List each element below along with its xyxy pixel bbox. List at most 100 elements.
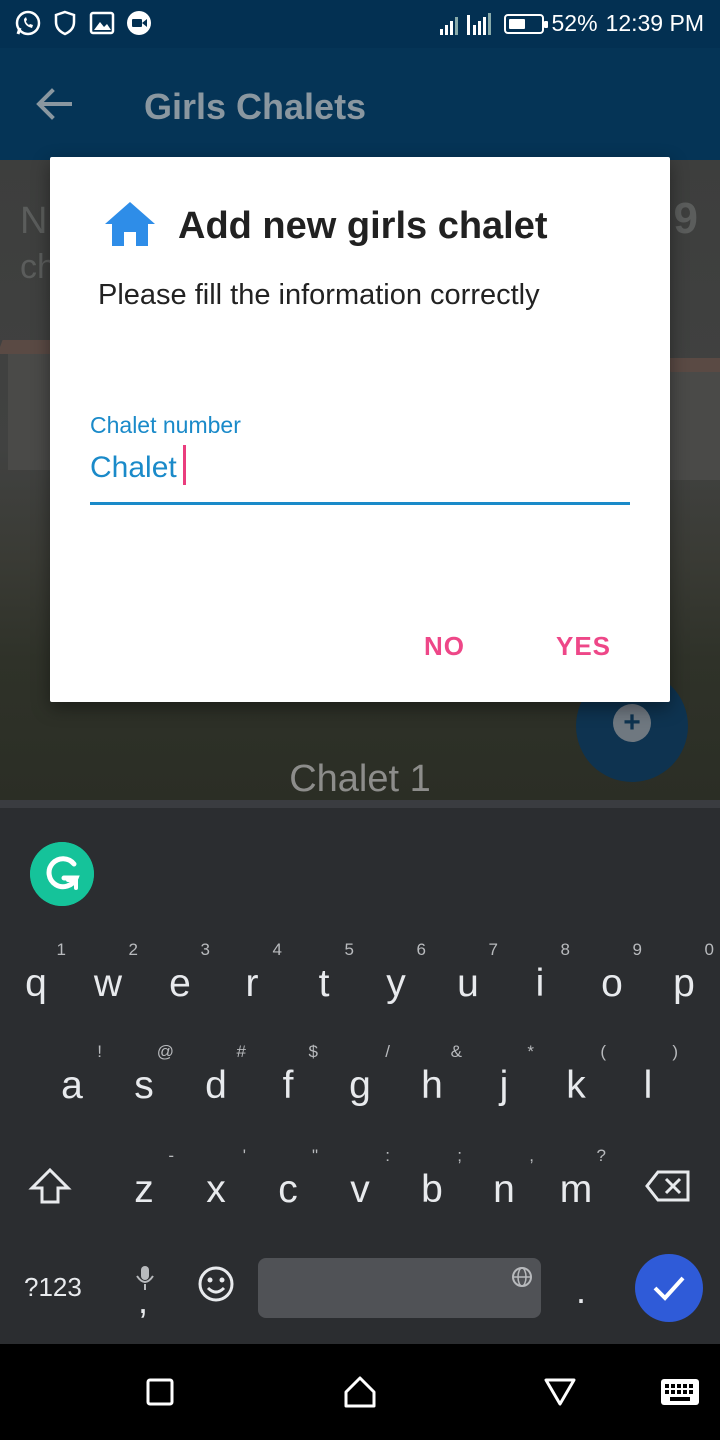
key-hint: ) (672, 1042, 678, 1061)
done-key[interactable] (635, 1254, 703, 1322)
key-hint: 3 (200, 940, 210, 959)
key-o[interactable]: 9o (576, 940, 648, 1030)
key-f[interactable]: $ f (252, 1042, 324, 1132)
key-hint: ? (596, 1146, 606, 1165)
key-hint: * (527, 1042, 534, 1061)
comma-key[interactable]: , (130, 1254, 160, 1324)
key-label: i (535, 962, 545, 1005)
plus-icon: + (613, 704, 651, 742)
home-nav-icon[interactable] (344, 1376, 376, 1408)
key-hint: ; (457, 1146, 462, 1165)
key-hint: 4 (272, 940, 282, 959)
key-s[interactable]: @ s (108, 1042, 180, 1132)
yes-button[interactable]: YES (556, 631, 611, 662)
key-label: k (566, 1064, 586, 1107)
key-hint: ' (242, 1146, 246, 1165)
key-label: y (386, 962, 406, 1005)
key-l[interactable]: ) l (612, 1042, 684, 1132)
key-z[interactable]: -z (108, 1146, 180, 1236)
emoji-icon[interactable] (196, 1264, 236, 1304)
key-hint: ( (600, 1042, 606, 1061)
key-hint: $ (308, 1042, 318, 1061)
key-t[interactable]: 5t (288, 940, 360, 1030)
no-button[interactable]: NO (424, 631, 465, 662)
keyboard-top-edge (0, 800, 720, 808)
soft-keyboard: 1q2w3e4r5t6y7u8i9o0p ! a @ s # d $ f / g & h * j(k) l … (0, 800, 720, 1344)
key-hint: / (385, 1042, 390, 1061)
background-count-fragment: 9 (673, 194, 698, 243)
key-a[interactable]: ! a (36, 1042, 108, 1132)
key-b[interactable]: ; b (396, 1146, 468, 1236)
key-label: n (493, 1168, 515, 1211)
key-x[interactable]: ' x (180, 1146, 252, 1236)
key-hint: " (311, 1146, 318, 1165)
key-h[interactable]: & h (396, 1042, 468, 1132)
page-title: Girls Chalets (144, 86, 367, 127)
backspace-icon[interactable] (644, 1168, 692, 1204)
image-icon (89, 11, 115, 35)
keyboard-toggle-icon[interactable] (660, 1378, 700, 1406)
key-r[interactable]: 4r (216, 940, 288, 1030)
key-hint: 0 (704, 940, 714, 959)
battery-icon (503, 13, 548, 34)
key-j[interactable]: * j (468, 1042, 540, 1132)
shield-icon (54, 10, 76, 36)
period-key[interactable]: . (576, 1270, 586, 1312)
whatsapp-icon (15, 10, 41, 36)
key-u[interactable]: 7u (432, 940, 504, 1030)
key-label: g (349, 1064, 371, 1107)
add-chalet-dialog: Add new girls chalet Please fill the inf… (50, 157, 670, 702)
key-m[interactable]: ? m (540, 1146, 612, 1236)
key-label: l (643, 1064, 653, 1107)
key-hint: ! (97, 1042, 102, 1061)
key-w[interactable]: 2w (72, 940, 144, 1030)
key-hint: 5 (344, 940, 354, 959)
key-label: d (205, 1064, 227, 1107)
key-hint: 2 (128, 940, 138, 959)
key-hint: 8 (560, 940, 570, 959)
back-nav-icon[interactable] (544, 1378, 576, 1406)
home-icon (105, 202, 155, 246)
key-label: h (421, 1064, 443, 1107)
navigation-bar (0, 1344, 720, 1440)
key-hint: 7 (488, 940, 498, 959)
recent-apps-icon[interactable] (146, 1378, 174, 1406)
status-bar: 52% 12:39 PM (0, 0, 720, 48)
back-arrow-icon[interactable] (30, 82, 80, 126)
background-text-fragment: N (20, 200, 48, 242)
key-p[interactable]: 0p (648, 940, 720, 1030)
key-n[interactable]: ,n (468, 1146, 540, 1236)
key-hint: 6 (416, 940, 426, 959)
dialog-title: Add new girls chalet (178, 205, 548, 247)
battery-percent: 52% (551, 10, 598, 36)
key-label: b (421, 1168, 443, 1211)
key-label: m (559, 1168, 593, 1211)
video-call-icon (127, 11, 151, 35)
symbols-key[interactable]: ?123 (24, 1272, 82, 1303)
checkmark-icon (653, 1276, 685, 1301)
chalet-number-field[interactable]: Chalet (90, 445, 630, 505)
key-y[interactable]: 6y (360, 940, 432, 1030)
chalet-number-label: Chalet number (90, 412, 241, 438)
key-e[interactable]: 3e (144, 940, 216, 1030)
key-hint: & (450, 1042, 462, 1061)
key-d[interactable]: # d (180, 1042, 252, 1132)
key-g[interactable]: / g (324, 1042, 396, 1132)
clock: 12:39 PM (605, 10, 704, 36)
grammarly-icon[interactable] (30, 842, 94, 906)
key-v[interactable]: :v (324, 1146, 396, 1236)
comma-label: , (138, 1280, 149, 1321)
key-label: f (282, 1064, 294, 1107)
key-hint: 1 (56, 940, 66, 959)
key-i[interactable]: 8i (504, 940, 576, 1030)
key-q[interactable]: 1q (0, 940, 72, 1030)
key-label: t (318, 962, 330, 1005)
key-k[interactable]: (k (540, 1042, 612, 1132)
key-label: z (134, 1168, 154, 1211)
app-bar: Girls Chalets (0, 48, 720, 160)
system-status: 52% 12:39 PM (438, 10, 704, 37)
spacebar[interactable] (258, 1258, 541, 1318)
key-c[interactable]: " c (252, 1146, 324, 1236)
key-label: r (245, 962, 259, 1005)
shift-icon[interactable] (28, 1166, 72, 1206)
